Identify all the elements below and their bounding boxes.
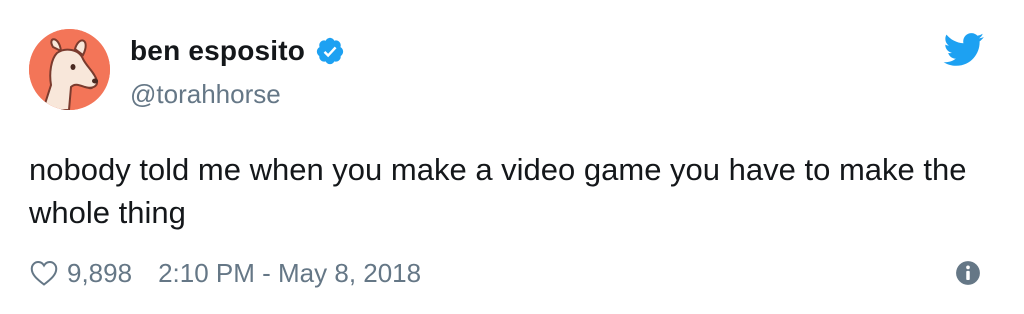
avatar[interactable] [29, 29, 110, 110]
verified-badge-icon [315, 36, 345, 66]
tweet-timestamp[interactable]: 2:10 PM - May 8, 2018 [158, 258, 421, 289]
author-display-name[interactable]: ben esposito [130, 34, 305, 68]
tweet-card: ben esposito @torahhorse nobody told me … [0, 0, 1024, 314]
deer-avatar-icon [29, 29, 110, 110]
twitter-bird-icon[interactable] [943, 33, 985, 67]
author-name-row: ben esposito [130, 34, 345, 68]
tweet-footer: 9,898 2:10 PM - May 8, 2018 [29, 255, 421, 291]
tweet-text: nobody told me when you make a video gam… [29, 152, 967, 230]
like-count[interactable]: 9,898 [67, 258, 132, 289]
heart-icon[interactable] [29, 258, 59, 288]
author-handle[interactable]: @torahhorse [130, 78, 281, 110]
info-icon[interactable] [955, 260, 981, 286]
